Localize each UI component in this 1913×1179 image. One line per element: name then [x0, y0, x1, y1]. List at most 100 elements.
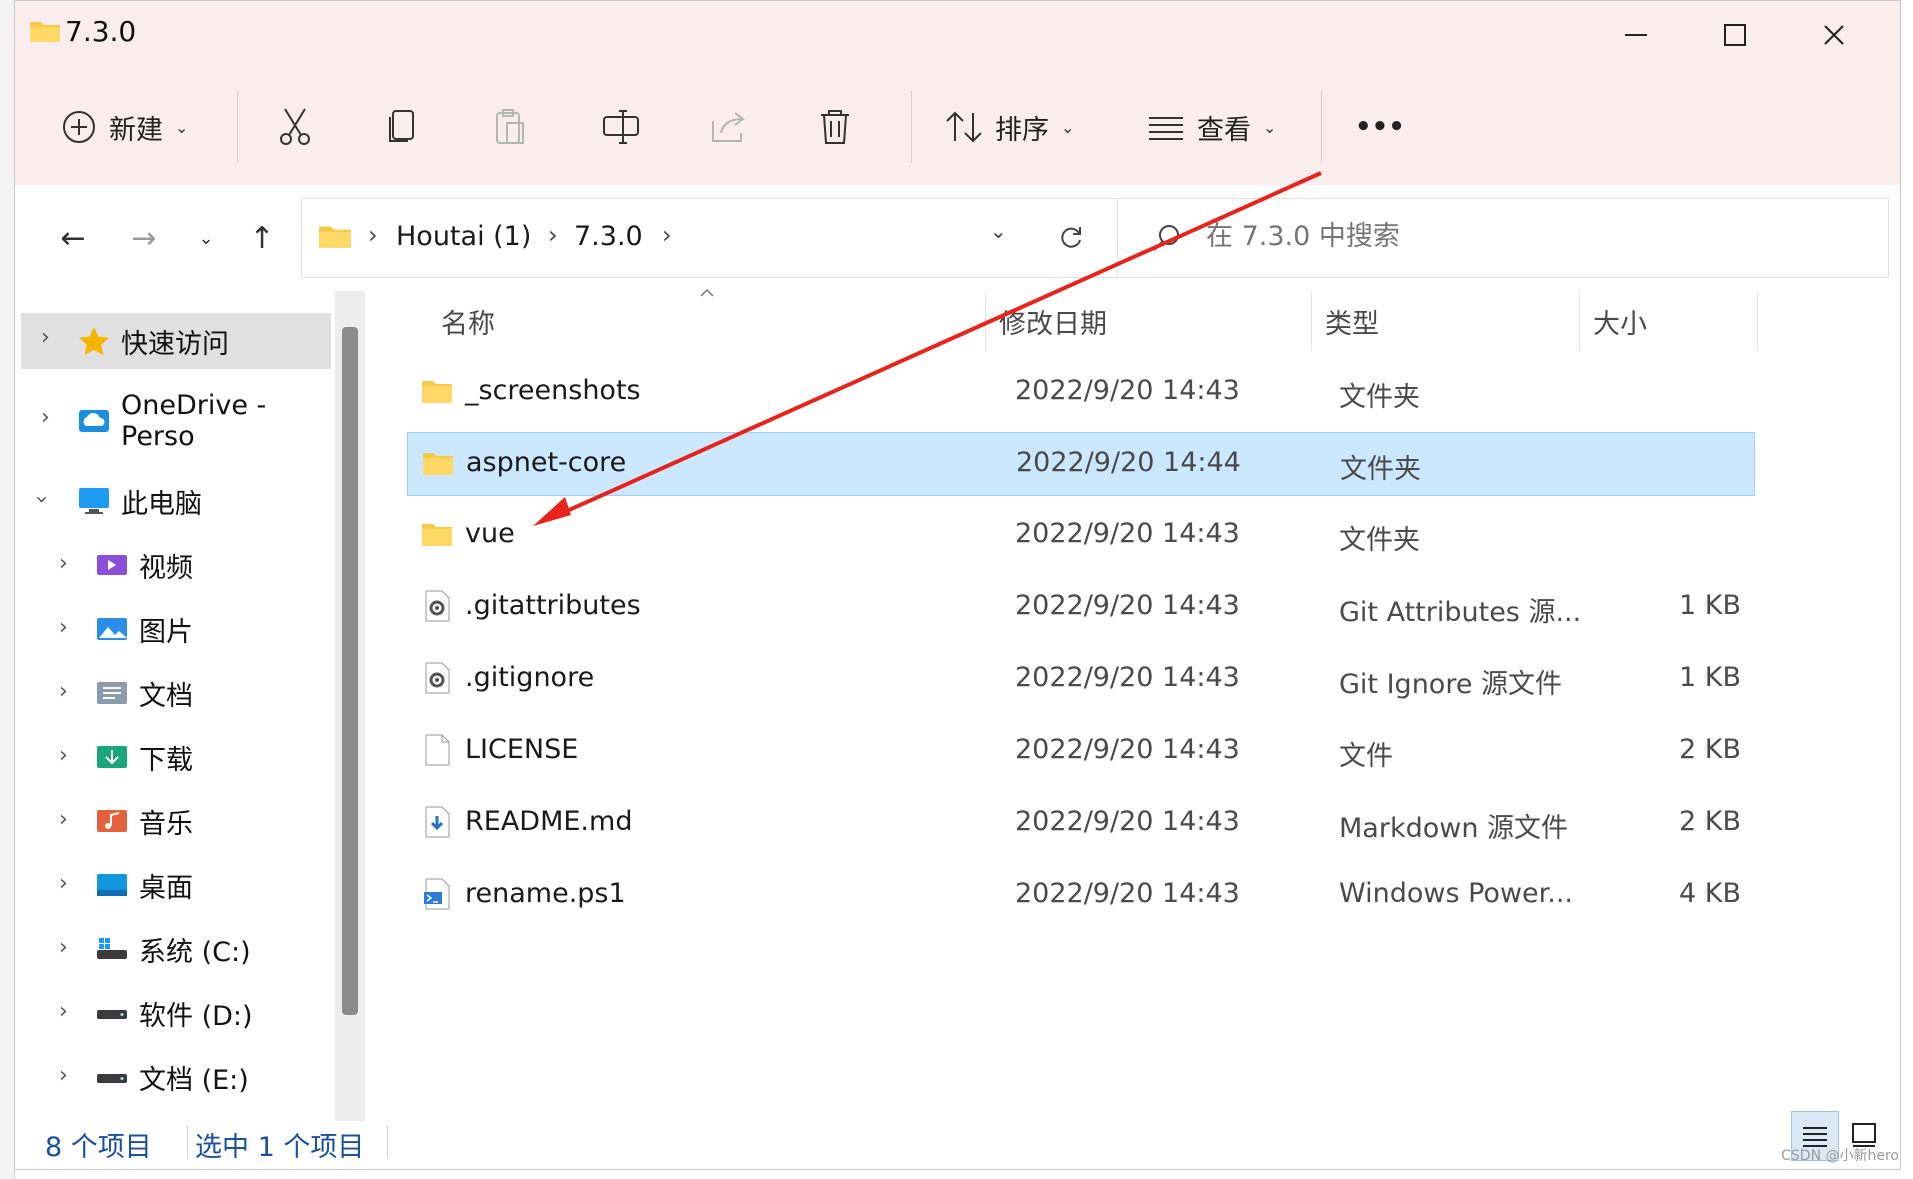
recent-locations-button[interactable]: ⌄: [181, 213, 231, 263]
file-row[interactable]: LICENSE 2022/9/20 14:43 文件 2 KB: [407, 720, 1753, 782]
minimize-icon: [1625, 34, 1647, 36]
sidebar-item-drive-c[interactable]: 系统 (C:): [95, 921, 251, 977]
sidebar-item-onedrive[interactable]: OneDrive - Perso: [77, 393, 343, 449]
address-history-chevron-icon[interactable]: ⌄: [990, 219, 1007, 243]
rename-button[interactable]: [601, 97, 641, 157]
expand-chevron-icon[interactable]: ›: [59, 871, 68, 896]
more-options-button[interactable]: •••: [1355, 97, 1405, 157]
column-header-type[interactable]: 类型: [1325, 291, 1379, 351]
new-button[interactable]: 新建 ⌄: [61, 97, 188, 157]
back-button[interactable]: ←: [48, 213, 98, 263]
arrow-up-icon: ↑: [249, 220, 275, 256]
file-date: 2022/9/20 14:43: [1015, 590, 1240, 621]
expand-chevron-icon[interactable]: ›: [59, 935, 68, 960]
column-header-date[interactable]: 修改日期: [999, 291, 1107, 351]
sort-button[interactable]: 排序 ⌄: [945, 97, 1074, 157]
sidebar-item-documents[interactable]: 文档: [95, 665, 193, 721]
file-row[interactable]: rename.ps1 2022/9/20 14:43 Windows Power…: [407, 864, 1753, 926]
file-name: .gitattributes: [465, 590, 641, 621]
file-size: 1 KB: [1679, 662, 1741, 693]
column-divider[interactable]: [1757, 291, 1758, 351]
sidebar-item-downloads[interactable]: 下载: [95, 729, 193, 785]
sidebar-scrollbar-thumb[interactable]: [342, 327, 358, 1015]
download-icon: [97, 746, 127, 768]
collapse-chevron-icon[interactable]: ›: [29, 495, 54, 504]
sidebar-item-label: OneDrive - Perso: [121, 393, 267, 449]
folder-icon: [319, 226, 351, 248]
file-name: README.md: [465, 806, 633, 837]
file-date: 2022/9/20 14:43: [1015, 878, 1240, 909]
search-box[interactable]: [1117, 198, 1889, 278]
breadcrumb-houtai[interactable]: Houtai (1): [396, 221, 531, 252]
folder-icon: [422, 524, 452, 546]
chevron-down-icon: ⌄: [1263, 117, 1277, 137]
copy-button[interactable]: [385, 97, 421, 157]
delete-button[interactable]: [817, 97, 853, 157]
cut-button[interactable]: [277, 97, 313, 157]
maximize-icon: [1724, 24, 1746, 46]
column-divider[interactable]: [1579, 291, 1580, 351]
maximize-button[interactable]: [1685, 5, 1785, 65]
file-row[interactable]: .gitignore 2022/9/20 14:43 Git Ignore 源文…: [407, 648, 1753, 710]
sidebar-item-label: 视频: [139, 552, 193, 584]
file-row[interactable]: .gitattributes 2022/9/20 14:43 Git Attri…: [407, 576, 1753, 638]
folder-icon: [422, 381, 452, 403]
file-row-selected[interactable]: aspnet-core 2022/9/20 14:44 文件夹: [407, 432, 1755, 496]
file-type: Windows Power...: [1339, 878, 1574, 909]
file-row[interactable]: _screenshots 2022/9/20 14:43 文件夹: [407, 361, 1753, 423]
sort-ascending-icon: [700, 288, 714, 297]
item-count: 8 个项目: [45, 1132, 152, 1163]
title-bar: 7.3.0: [15, 1, 1900, 67]
forward-button[interactable]: →: [119, 213, 169, 263]
close-button[interactable]: [1784, 5, 1884, 65]
breadcrumb-current[interactable]: 7.3.0: [574, 221, 643, 252]
sidebar-item-this-pc[interactable]: 此电脑: [77, 473, 202, 529]
expand-chevron-icon[interactable]: ›: [41, 325, 50, 350]
address-bar[interactable]: › Houtai (1) › 7.3.0 › ⌄: [301, 198, 1119, 278]
sidebar-item-label: 文档 (E:): [139, 1064, 249, 1096]
star-icon: [79, 327, 109, 355]
up-button[interactable]: ↑: [237, 213, 287, 263]
search-input[interactable]: [1206, 221, 1806, 252]
column-header-size[interactable]: 大小: [1593, 291, 1647, 351]
minimize-button[interactable]: [1586, 5, 1686, 65]
sidebar-item-music[interactable]: 音乐: [95, 793, 193, 849]
selection-count: 选中 1 个项目: [195, 1132, 365, 1163]
drive-icon: [97, 1074, 127, 1083]
sidebar-item-desktop[interactable]: 桌面: [95, 857, 193, 913]
file-row[interactable]: README.md 2022/9/20 14:43 Markdown 源文件 2…: [407, 792, 1753, 854]
column-divider[interactable]: [985, 291, 986, 351]
sidebar-item-label: 下载: [139, 744, 193, 776]
sidebar-item-drive-e[interactable]: 文档 (E:): [95, 1049, 249, 1105]
sidebar-item-label: 软件 (D:): [139, 1000, 253, 1032]
expand-chevron-icon[interactable]: ›: [59, 679, 68, 704]
sidebar-item-drive-d[interactable]: 软件 (D:): [95, 985, 253, 1041]
expand-chevron-icon[interactable]: ›: [59, 551, 68, 576]
breadcrumb-separator-icon: ›: [368, 221, 378, 249]
expand-chevron-icon[interactable]: ›: [59, 743, 68, 768]
sidebar-item-label: 此电脑: [121, 488, 202, 520]
sidebar-item-pictures[interactable]: 图片: [95, 601, 193, 657]
column-divider[interactable]: [1311, 291, 1312, 351]
scissors-icon: [280, 108, 310, 145]
file-row[interactable]: vue 2022/9/20 14:43 文件夹: [407, 504, 1753, 566]
paste-button[interactable]: [493, 97, 529, 157]
refresh-icon[interactable]: [1058, 225, 1084, 251]
sidebar-item-quick-access[interactable]: 快速访问: [77, 313, 229, 369]
sidebar-item-videos[interactable]: 视频: [95, 537, 193, 593]
share-button[interactable]: [709, 97, 749, 157]
view-button[interactable]: 查看 ⌄: [1147, 97, 1276, 157]
file-name: LICENSE: [465, 734, 579, 765]
drive-icon: [97, 1010, 127, 1019]
column-header-name[interactable]: 名称: [441, 291, 495, 351]
file-type: 文件: [1339, 741, 1393, 772]
expand-chevron-icon[interactable]: ›: [59, 807, 68, 832]
folder-icon: [30, 22, 60, 42]
sort-icon: [946, 111, 982, 143]
expand-chevron-icon[interactable]: ›: [41, 405, 50, 430]
expand-chevron-icon[interactable]: ›: [59, 615, 68, 640]
more-icon: •••: [1355, 112, 1405, 142]
expand-chevron-icon[interactable]: ›: [59, 999, 68, 1024]
expand-chevron-icon[interactable]: ›: [59, 1063, 68, 1088]
copy-icon: [389, 110, 414, 142]
